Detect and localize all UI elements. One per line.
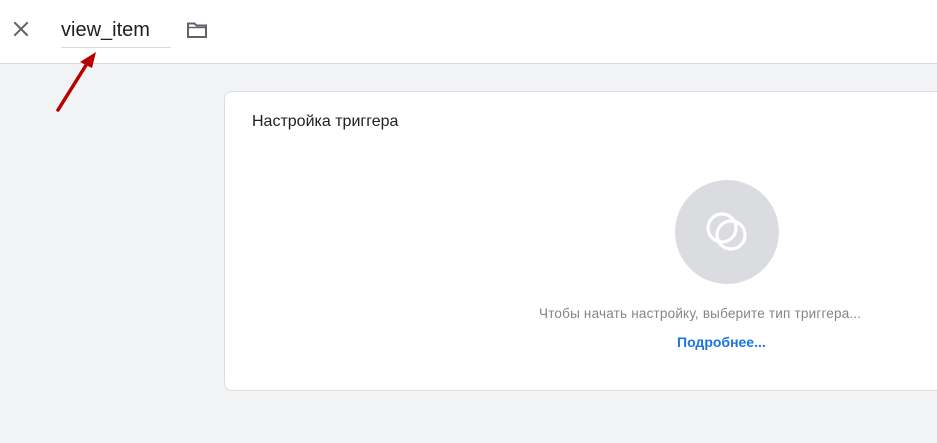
folder-button[interactable]: [185, 18, 209, 42]
editor-header: [0, 0, 937, 64]
folder-icon: [187, 22, 207, 38]
close-button[interactable]: [9, 17, 33, 41]
learn-more-link[interactable]: Подробнее...: [677, 334, 766, 350]
card-title: Настройка триггера: [252, 113, 399, 130]
choose-trigger-hint: Чтобы начать настройку, выберите тип три…: [539, 306, 862, 321]
trigger-type-icon: [706, 212, 747, 251]
choose-trigger-type-button[interactable]: [675, 180, 779, 284]
trigger-config-card: Настройка триггера Чтобы начать настройк…: [224, 91, 937, 391]
trigger-name-field[interactable]: [61, 14, 171, 48]
close-icon: [13, 21, 29, 37]
trigger-name-input[interactable]: [61, 14, 171, 46]
